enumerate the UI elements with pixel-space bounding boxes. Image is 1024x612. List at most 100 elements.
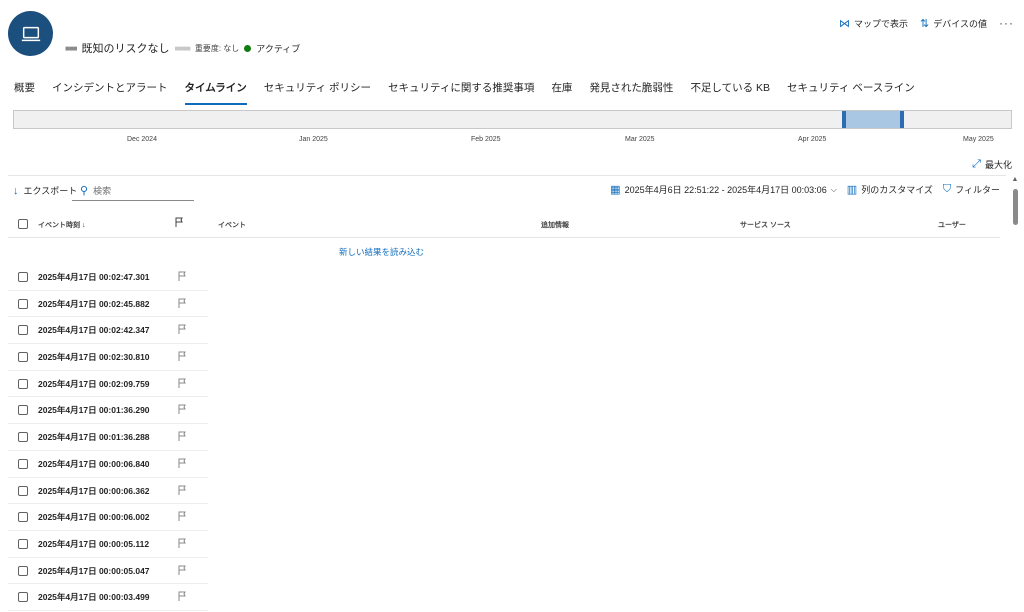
table-row[interactable]: 2025年4月17日 00:02:47.301 [8,264,208,291]
sort-arrows-icon: ⇅ [920,17,930,30]
date-range-label: 2025年4月6日 22:51:22 - 2025年4月17日 00:03:06 [624,185,827,195]
search-placeholder: 検索 [93,185,112,196]
device-value-label: デバイスの値 [933,18,987,29]
search-input[interactable]: ⚲ 検索 [72,180,194,201]
tab-security-baselines[interactable]: セキュリティ ベースライン [787,80,915,105]
flag-icon[interactable] [178,378,187,388]
flag-icon[interactable] [178,565,187,575]
select-all-checkbox[interactable] [18,219,28,229]
flag-icon[interactable] [178,485,187,495]
risk-label: 既知のリスクなし [81,43,170,55]
vertical-scrollbar[interactable]: ▲ [1010,176,1020,612]
download-icon: ↓ [13,184,19,197]
search-icon: ⚲ [80,184,89,197]
table-row[interactable]: 2025年4月17日 00:00:03.499 [8,584,208,611]
customize-columns-button[interactable]: ▥ 列のカスタマイズ [847,183,933,196]
event-time: 2025年4月17日 00:02:09.759 [38,378,150,389]
event-time: 2025年4月17日 00:00:06.002 [38,512,150,523]
row-checkbox[interactable] [18,378,28,389]
chevron-down-icon: ⌵ [830,184,837,194]
scroll-up-icon[interactable]: ▲ [1010,176,1020,183]
tab-vulnerabilities[interactable]: 発見された脆弱性 [589,80,673,105]
flag-icon[interactable] [178,351,187,362]
row-checkbox[interactable] [18,592,28,603]
event-time: 2025年4月17日 00:02:30.810 [38,352,150,363]
expand-icon: ⤢ [972,158,981,170]
date-range-picker[interactable]: ▦ 2025年4月6日 22:51:22 - 2025年4月17日 00:03:… [610,183,837,196]
table-row[interactable]: 2025年4月17日 00:00:05.112 [8,531,208,558]
more-options-button[interactable]: ··· [999,16,1014,30]
row-checkbox[interactable] [18,565,28,576]
event-time: 2025年4月17日 00:02:47.301 [38,272,150,282]
table-row[interactable]: 2025年4月17日 00:02:45.882 [8,291,208,318]
flag-icon[interactable] [178,538,187,548]
table-row[interactable]: 2025年4月17日 00:02:42.347 [8,317,208,345]
flag-icon[interactable] [178,271,187,281]
tab-overview[interactable]: 概要 [14,80,35,105]
device-avatar [8,11,53,56]
status-label: アクティブ [256,43,301,54]
maximize-button[interactable]: ⤢ 最大化 [972,158,1012,171]
tab-inventory[interactable]: 在庫 [551,80,572,105]
device-tabs: 概要 インシデントとアラート タイムライン セキュリティ ポリシー セキュリティ… [14,80,915,105]
table-row[interactable]: 2025年4月17日 00:00:06.840 [8,451,208,478]
row-checkbox[interactable] [18,538,28,549]
export-label: エクスポート [23,186,78,196]
tab-security-recommendations[interactable]: セキュリティに関する推奨事項 [388,80,534,105]
flag-icon[interactable] [178,431,187,442]
table-header: イベント時刻 ↓ イベント 追加情報 サービス ソース ユーザー [8,212,1000,238]
filter-button[interactable]: ⛉ フィルター [943,183,1000,196]
calendar-icon: ▦ [610,184,621,196]
placeholder-dots: ■■■■ [174,43,191,53]
timeline-month-label: Apr 2025 [798,136,827,143]
table-row[interactable]: 2025年4月17日 00:01:36.290 [8,397,208,425]
timeline-rows: 2025年4月17日 00:02:47.301 2025年4月17日 00:02:… [8,264,208,611]
table-row[interactable]: 2025年4月17日 00:02:09.759 [8,371,208,398]
table-row[interactable]: 2025年4月17日 00:00:06.362 [8,478,208,505]
timeline-selection-handle[interactable] [842,111,904,128]
tab-security-policies[interactable]: セキュリティ ポリシー [264,80,371,105]
flag-icon[interactable] [178,404,187,415]
divider [8,175,1006,176]
row-checkbox[interactable] [18,458,28,469]
row-checkbox[interactable] [18,272,28,282]
flag-icon[interactable] [178,324,187,335]
row-checkbox[interactable] [18,298,28,309]
flag-icon[interactable] [178,591,187,602]
event-time: 2025年4月17日 00:00:06.840 [38,458,150,469]
timeline-range-bar[interactable] [13,110,1012,129]
event-time: 2025年4月17日 00:00:03.499 [38,592,150,603]
row-checkbox[interactable] [18,352,28,363]
row-checkbox[interactable] [18,432,28,443]
flag-icon[interactable] [178,458,187,468]
scrollbar-thumb[interactable] [1013,189,1018,225]
table-row[interactable]: 2025年4月17日 00:00:06.002 [8,504,208,531]
export-button[interactable]: ↓ エクスポート [13,184,77,197]
column-header-event-time[interactable]: イベント時刻 ↓ [38,220,85,230]
tab-incidents-alerts[interactable]: インシデントとアラート [52,80,168,105]
flag-icon[interactable] [175,217,184,227]
load-newer-results-link[interactable]: 新しい結果を読み込む [339,246,424,258]
show-map-button[interactable]: ⋈ マップで表示 [839,17,908,30]
device-meta: ■■■ 既知のリスクなし ■■■■ 重要度: なし アクティブ [65,40,300,56]
device-value-button[interactable]: ⇅ デバイスの値 [920,17,987,30]
row-checkbox[interactable] [18,405,28,416]
row-checkbox[interactable] [18,512,28,523]
table-row[interactable]: 2025年4月17日 00:00:05.047 [8,558,208,585]
row-checkbox[interactable] [18,485,28,496]
column-header-additional-info[interactable]: 追加情報 [541,220,569,230]
table-row[interactable]: 2025年4月17日 00:01:36.288 [8,424,208,451]
column-header-event[interactable]: イベント [218,220,246,230]
flag-icon[interactable] [178,511,187,522]
tab-timeline[interactable]: タイムライン [184,80,247,105]
timeline-month-label: May 2025 [963,136,994,143]
table-row[interactable]: 2025年4月17日 00:02:30.810 [8,344,208,371]
timeline-month-label: Feb 2025 [471,136,501,143]
row-checkbox[interactable] [18,325,28,336]
timeline-toolbar: ▦ 2025年4月6日 22:51:22 - 2025年4月17日 00:03:… [610,183,1000,196]
flag-icon[interactable] [178,298,187,308]
timeline-month-label: Jan 2025 [299,136,328,143]
column-header-service-source[interactable]: サービス ソース [740,220,791,230]
column-header-user[interactable]: ユーザー [938,220,966,230]
tab-missing-kbs[interactable]: 不足している KB [690,80,770,105]
